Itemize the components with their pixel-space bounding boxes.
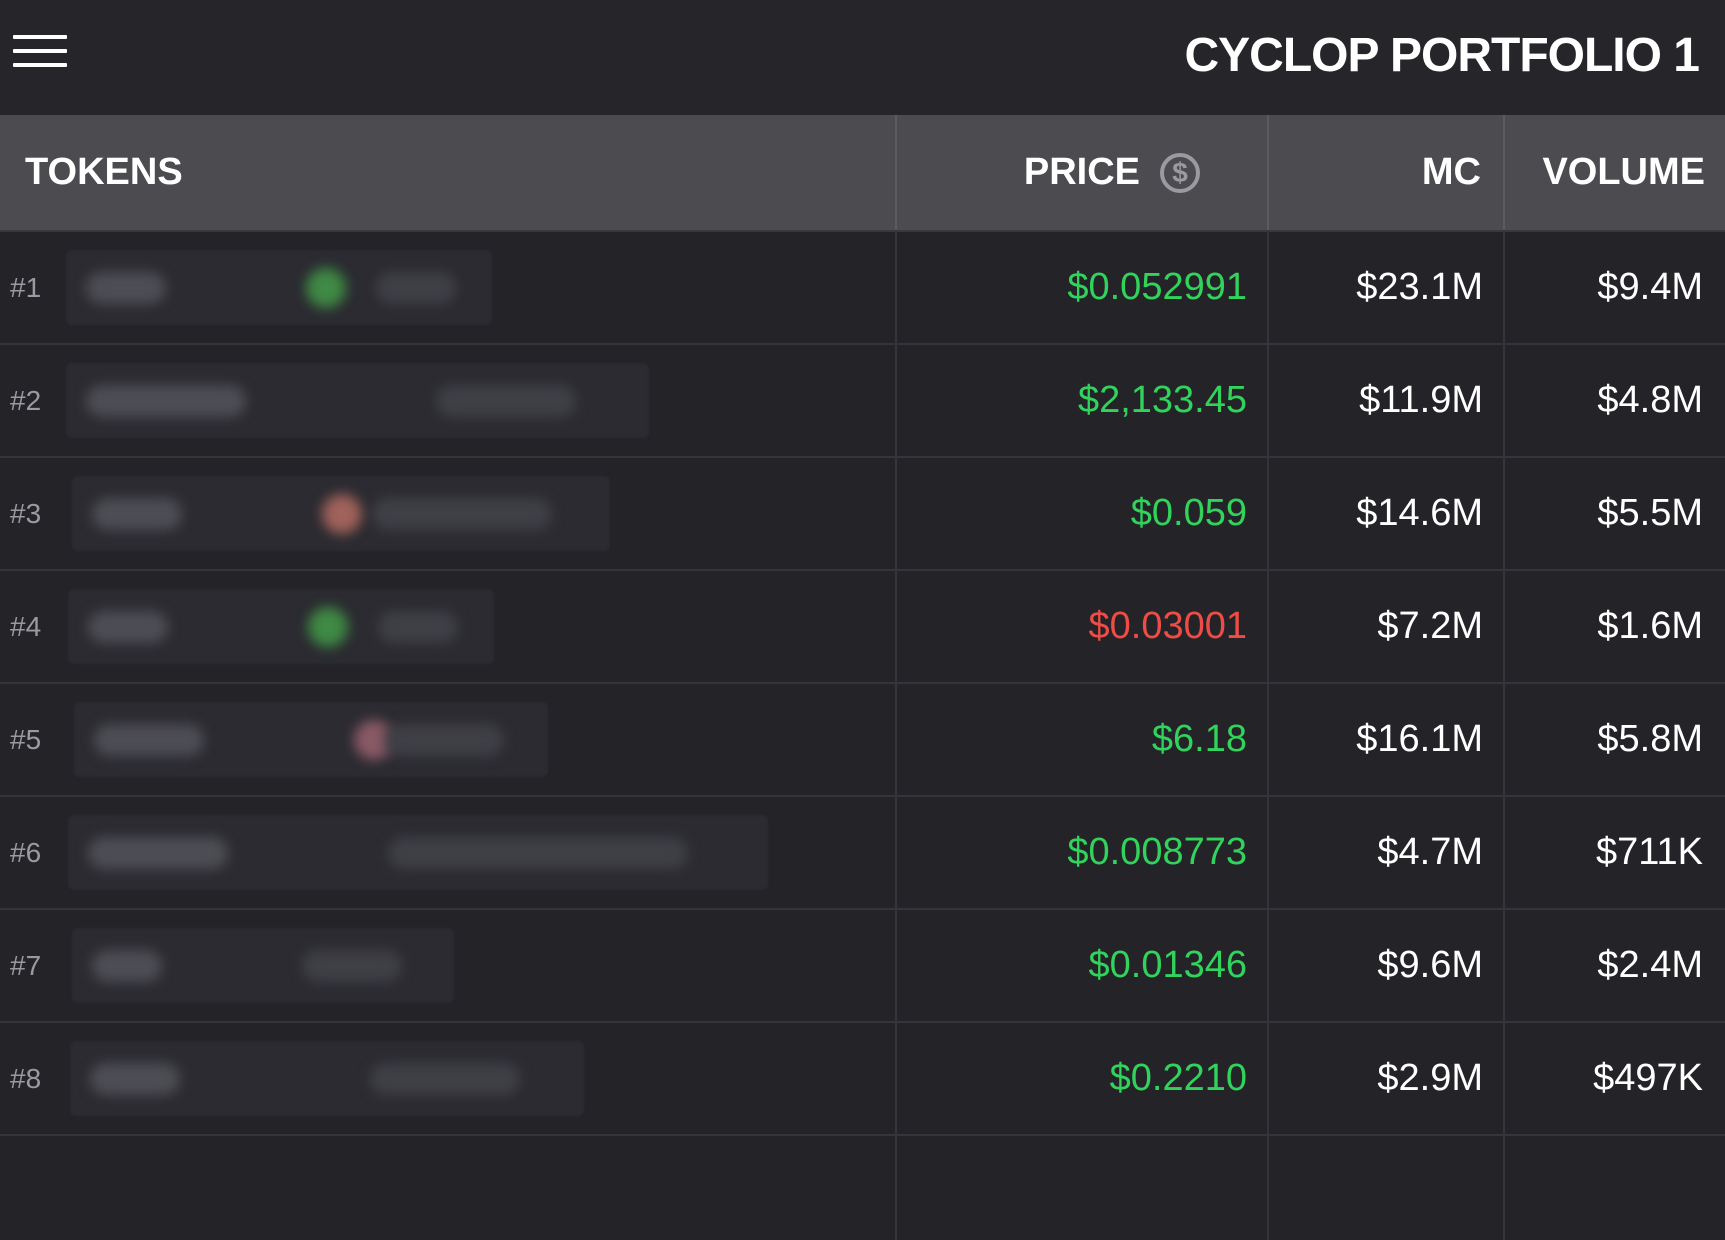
redacted-text-block xyxy=(90,1063,180,1095)
table-row[interactable]: #3 $0.059 $14.6M $5.5M xyxy=(0,458,1725,571)
page-title: CYCLOP PORTFOLIO 1 xyxy=(1184,29,1700,82)
hamburger-menu-icon[interactable] xyxy=(13,35,67,69)
token-name-redacted xyxy=(72,928,454,1003)
redacted-text-block xyxy=(372,498,552,530)
column-header-price[interactable]: PRICE $ xyxy=(1024,115,1200,230)
token-name-redacted xyxy=(74,702,548,777)
token-table: TOKENS PRICE $ MC VOLUME #1 $0.052991 $23.… xyxy=(0,115,1725,1240)
table-row[interactable]: #6 $0.008773 $4.7M $711K xyxy=(0,797,1725,910)
market-cap-value: $23.1M xyxy=(1356,266,1483,308)
volume-value: $9.4M xyxy=(1597,266,1703,308)
price-value: $0.2210 xyxy=(1109,1057,1247,1099)
redacted-text-block xyxy=(388,837,688,869)
market-cap-value: $11.9M xyxy=(1359,379,1483,421)
column-divider xyxy=(1503,115,1505,230)
volume-value: $2.4M xyxy=(1597,944,1703,986)
rank-label: #1 xyxy=(10,272,42,303)
column-divider xyxy=(1267,230,1269,1240)
redacted-text-block xyxy=(376,272,456,304)
price-value: $0.01346 xyxy=(1088,944,1248,986)
token-name-redacted xyxy=(72,476,610,551)
table-row[interactable]: #1 $0.052991 $23.1M $9.4M xyxy=(0,232,1725,345)
price-value: $0.03001 xyxy=(1088,605,1248,647)
token-name-redacted xyxy=(68,589,494,664)
table-row[interactable]: #2 $2,133.45 $11.9M $4.8M xyxy=(0,345,1725,458)
price-value: $0.059 xyxy=(1130,492,1247,534)
table-body: #1 $0.052991 $23.1M $9.4M #2 $2,133.45 $11.9M $… xyxy=(0,232,1725,1136)
column-divider xyxy=(1267,115,1269,230)
token-name-redacted xyxy=(66,250,492,325)
redacted-text-block xyxy=(92,950,162,982)
menu-line xyxy=(13,49,67,53)
market-cap-value: $7.2M xyxy=(1377,605,1483,647)
table-row[interactable]: #4 $0.03001 $7.2M $1.6M xyxy=(0,571,1725,684)
column-header-price-label: PRICE xyxy=(1023,151,1140,193)
redacted-text-block xyxy=(86,385,246,417)
rank-label: #7 xyxy=(10,950,42,981)
volume-value: $4.8M xyxy=(1597,379,1703,421)
volume-value: $5.8M xyxy=(1597,718,1703,760)
price-value: $0.052991 xyxy=(1067,266,1247,308)
redacted-text-block xyxy=(88,837,228,869)
volume-value: $497K xyxy=(1593,1057,1703,1099)
token-logo-icon xyxy=(306,268,346,308)
column-header-tokens[interactable]: TOKENS xyxy=(25,115,183,230)
table-row[interactable]: #7 $0.01346 $9.6M $2.4M xyxy=(0,910,1725,1023)
market-cap-value: $16.1M xyxy=(1356,718,1483,760)
volume-value: $5.5M xyxy=(1597,492,1703,534)
rank-label: #4 xyxy=(10,611,42,642)
market-cap-value: $4.7M xyxy=(1377,831,1483,873)
column-divider xyxy=(895,115,897,230)
menu-line xyxy=(13,35,67,39)
token-name-redacted xyxy=(66,363,649,438)
rank-label: #3 xyxy=(10,498,42,529)
dollar-circle-icon[interactable]: $ xyxy=(1160,152,1200,193)
token-name-redacted xyxy=(68,815,768,890)
table-row[interactable]: #8 $0.2210 $2.9M $497K xyxy=(0,1023,1725,1136)
market-cap-value: $9.6M xyxy=(1377,944,1483,986)
top-bar: CYCLOP PORTFOLIO 1 xyxy=(0,0,1725,115)
rank-label: #2 xyxy=(10,385,42,416)
redacted-text-block xyxy=(384,724,504,756)
token-logo-icon xyxy=(308,607,348,647)
volume-value: $1.6M xyxy=(1597,605,1703,647)
redacted-text-block xyxy=(370,1063,520,1095)
token-name-redacted xyxy=(70,1041,584,1116)
redacted-text-block xyxy=(92,498,182,530)
redacted-text-block xyxy=(86,272,166,304)
table-header-row: TOKENS PRICE $ MC VOLUME xyxy=(0,115,1725,232)
rank-label: #8 xyxy=(10,1063,42,1094)
rank-label: #6 xyxy=(10,837,42,868)
redacted-text-block xyxy=(94,724,204,756)
price-value: $6.18 xyxy=(1151,718,1247,760)
redacted-text-block xyxy=(302,950,402,982)
menu-line xyxy=(13,63,67,67)
column-header-volume[interactable]: VOLUME xyxy=(1542,115,1705,230)
market-cap-value: $14.6M xyxy=(1356,492,1483,534)
redacted-text-block xyxy=(436,385,576,417)
price-value: $2,133.45 xyxy=(1077,379,1247,421)
column-divider xyxy=(895,230,897,1240)
token-logo-icon xyxy=(322,494,362,534)
volume-value: $711K xyxy=(1595,831,1703,873)
redacted-text-block xyxy=(378,611,458,643)
table-row[interactable]: #5 $6.18 $16.1M $5.8M xyxy=(0,684,1725,797)
column-header-mc[interactable]: MC xyxy=(1422,115,1481,230)
column-divider xyxy=(1503,230,1505,1240)
market-cap-value: $2.9M xyxy=(1377,1057,1483,1099)
price-value: $0.008773 xyxy=(1067,831,1247,873)
rank-label: #5 xyxy=(10,724,42,755)
redacted-text-block xyxy=(88,611,168,643)
